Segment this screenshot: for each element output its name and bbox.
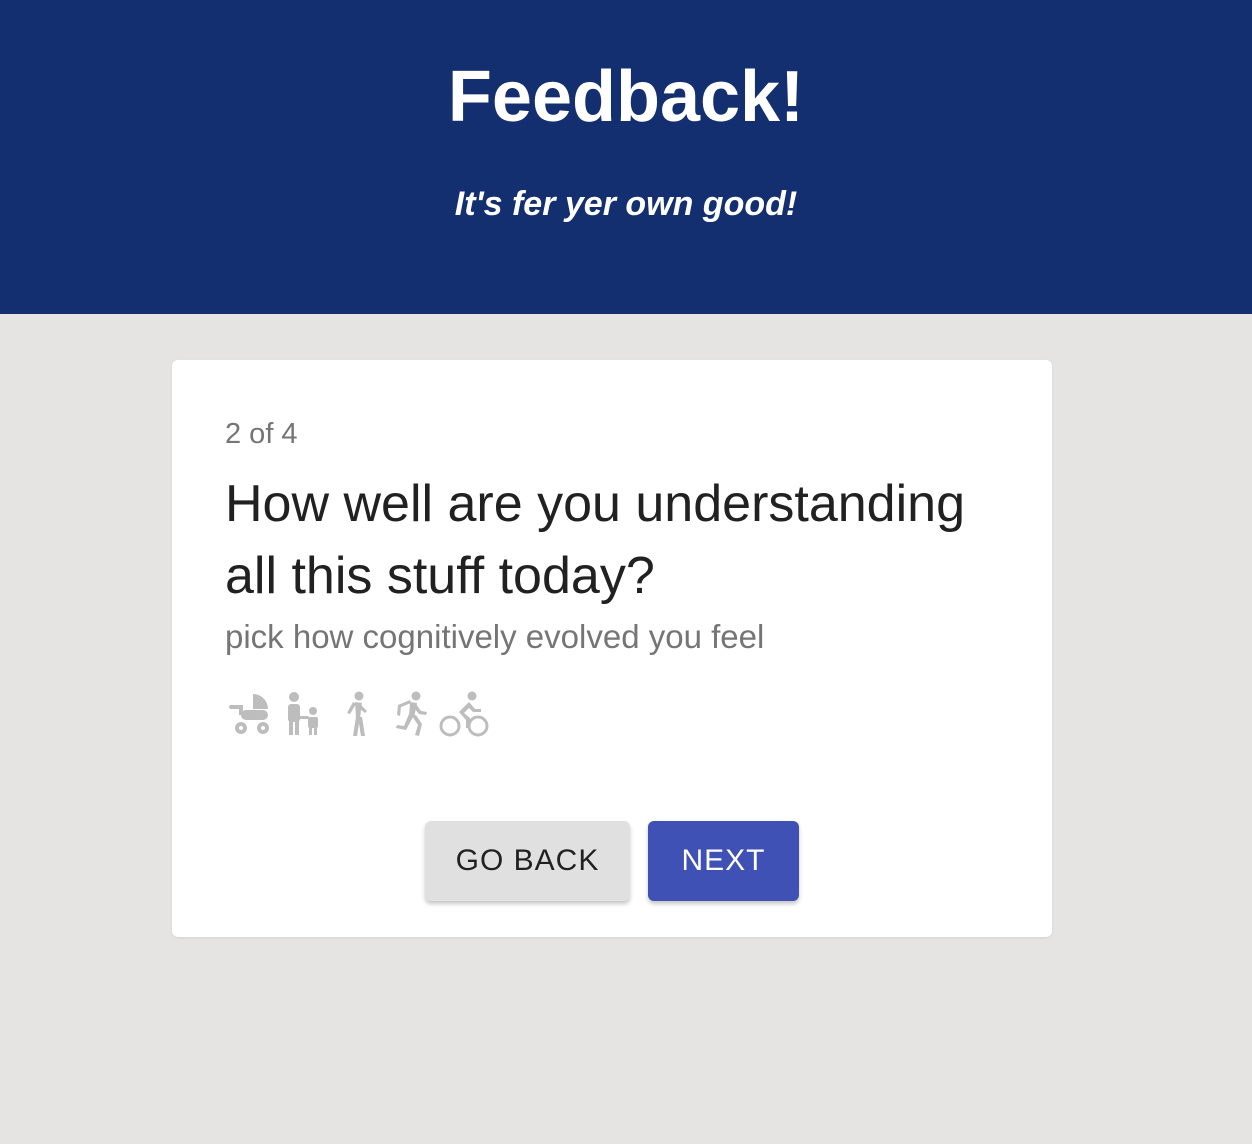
- running-icon: [396, 691, 427, 736]
- page-header: Feedback! It's fer yer own good!: [0, 0, 1252, 314]
- rating-option-4[interactable]: [386, 690, 436, 740]
- walking-icon: [347, 691, 367, 736]
- next-button[interactable]: NEXT: [648, 821, 799, 901]
- rating-option-5[interactable]: [439, 690, 489, 740]
- page-title: Feedback!: [447, 57, 805, 137]
- question-text: How well are you understanding all this …: [225, 475, 965, 605]
- rating-option-2[interactable]: [280, 690, 330, 740]
- rating-option-1[interactable]: [227, 690, 277, 740]
- page-subtitle: It's fer yer own good!: [454, 185, 798, 223]
- rating-scale: [227, 690, 489, 742]
- question-hint: pick how cognitively evolved you feel: [225, 618, 765, 655]
- family-icon: [288, 692, 318, 735]
- go-back-button[interactable]: GO BACK: [425, 821, 630, 901]
- rating-option-3[interactable]: [333, 690, 383, 740]
- question-card: 2 of 4 How well are you understanding al…: [172, 360, 1052, 937]
- cycling-icon: [439, 691, 489, 737]
- stroller-icon: [229, 694, 269, 734]
- question-progress: 2 of 4: [225, 418, 298, 450]
